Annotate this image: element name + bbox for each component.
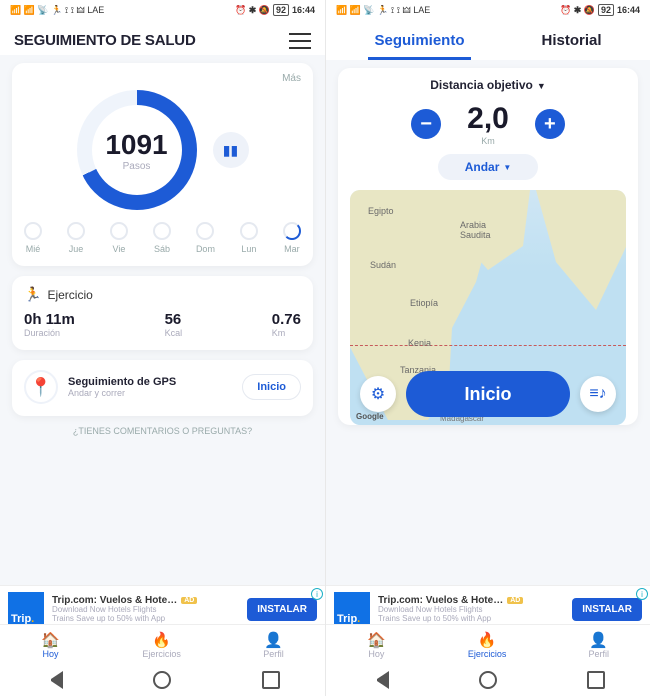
gps-start-button[interactable]: Inicio	[242, 374, 301, 400]
mode-selector[interactable]: Andar▼	[438, 154, 538, 180]
ad-info-icon[interactable]: i	[311, 588, 323, 600]
recent-key[interactable]	[262, 671, 280, 689]
map-view[interactable]: Egipto Arabia Saudita Sudán Etiopía Keni…	[350, 190, 626, 425]
recent-key[interactable]	[587, 671, 605, 689]
feedback-link[interactable]: ¿TIENES COMENTARIOS O PREGUNTAS?	[12, 426, 313, 436]
pause-button[interactable]: ▮▮	[213, 132, 249, 168]
day-dom[interactable]: Dom	[196, 222, 215, 254]
ad-logo: Trip	[334, 592, 370, 628]
home-key[interactable]	[479, 671, 497, 689]
gps-sub: Andar y correr	[68, 388, 176, 398]
home-key[interactable]	[153, 671, 171, 689]
duration-value: 0h 11m	[24, 311, 75, 328]
page-title: SEGUIMIENTO DE SALUD	[14, 32, 196, 49]
start-button[interactable]: Inicio	[406, 371, 570, 417]
bottom-nav: 🏠Hoy 🔥Ejercicios 👤Perfil	[326, 624, 650, 664]
kcal-value: 56	[165, 311, 183, 328]
steps-label: Pasos	[105, 161, 167, 172]
nav-ejercicios[interactable]: 🔥Ejercicios	[468, 631, 507, 659]
back-key[interactable]	[371, 671, 389, 689]
pin-icon: 📍	[24, 370, 58, 404]
km-value: 0.76	[272, 311, 301, 328]
caret-down-icon: ▼	[503, 163, 511, 172]
steps-card: Más 1091 Pasos ▮▮ Mié Jue Vie Sáb Dom Lu…	[12, 63, 313, 266]
bottom-nav: 🏠Hoy 🔥Ejercicios 👤Perfil	[0, 624, 325, 664]
status-bar: 📶 📶 📡 🏃 ⟟ ⟟ 🜲 LAE ⏰ ✱ 🔕 92 16:44	[0, 0, 325, 20]
more-link[interactable]: Más	[24, 73, 301, 84]
tab-seguimiento[interactable]: Seguimiento	[368, 32, 470, 60]
day-lun[interactable]: Lun	[240, 222, 258, 254]
decrease-button[interactable]: −	[411, 109, 441, 139]
caret-down-icon: ▼	[537, 81, 546, 91]
steps-ring: 1091 Pasos	[77, 90, 197, 210]
target-card: Distancia objetivo▼ − 2,0 Km + Andar▼ Eg…	[338, 68, 638, 425]
gps-title: Seguimiento de GPS	[68, 376, 176, 388]
install-button[interactable]: INSTALAR	[572, 598, 642, 621]
day-mie[interactable]: Mié	[24, 222, 42, 254]
day-mar[interactable]: Mar	[283, 222, 301, 254]
exercise-title: Ejercicio	[47, 288, 92, 302]
status-bar: 📶 📶 📡 🏃 ⟟ ⟟ 🜲 LAE ⏰ ✱ 🔕 92 16:44	[326, 0, 650, 20]
runner-icon: 🏃	[24, 286, 41, 303]
music-icon[interactable]: ≡♪	[580, 376, 616, 412]
distance-value: 2,0	[467, 102, 509, 136]
ad-info-icon[interactable]: i	[636, 588, 648, 600]
exercise-card: 🏃 Ejercicio 0h 11mDuración 56Kcal 0.76Km	[12, 276, 313, 350]
tab-historial[interactable]: Historial	[535, 32, 607, 60]
increase-button[interactable]: +	[535, 109, 565, 139]
settings-icon[interactable]: ⚙	[360, 376, 396, 412]
install-button[interactable]: INSTALAR	[247, 598, 317, 621]
nav-perfil[interactable]: 👤Perfil	[263, 631, 284, 659]
steps-value: 1091	[105, 129, 167, 161]
android-nav	[326, 664, 650, 696]
gps-card: 📍 Seguimiento de GPS Andar y correr Inic…	[12, 360, 313, 416]
target-selector[interactable]: Distancia objetivo▼	[350, 78, 626, 92]
nav-hoy[interactable]: 🏠Hoy	[41, 631, 60, 659]
menu-button[interactable]	[289, 33, 311, 49]
nav-hoy[interactable]: 🏠Hoy	[367, 631, 386, 659]
day-jue[interactable]: Jue	[67, 222, 85, 254]
day-sab[interactable]: Sáb	[153, 222, 171, 254]
nav-perfil[interactable]: 👤Perfil	[588, 631, 609, 659]
back-key[interactable]	[45, 671, 63, 689]
android-nav	[0, 664, 325, 696]
day-vie[interactable]: Vie	[110, 222, 128, 254]
distance-unit: Km	[467, 136, 509, 146]
nav-ejercicios[interactable]: 🔥Ejercicios	[142, 631, 181, 659]
ad-logo: Trip	[8, 592, 44, 628]
